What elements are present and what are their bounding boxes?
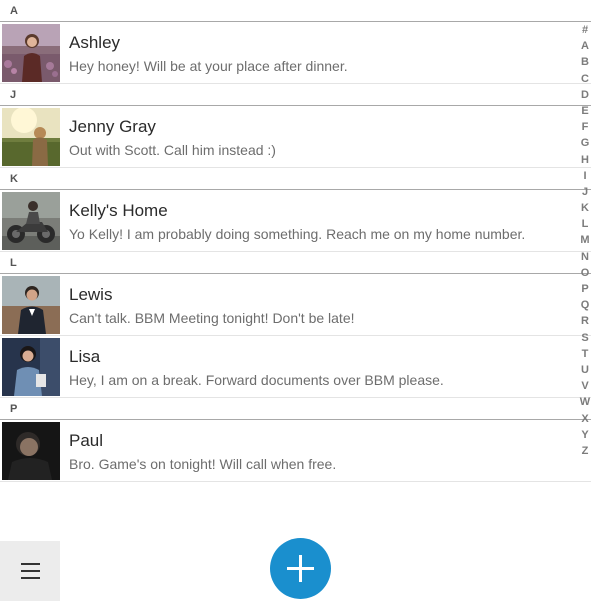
section-header-p: P [0,398,591,420]
index-letter-s[interactable]: S [577,330,593,346]
contact-message: Can't talk. BBM Meeting tonight! Don't b… [69,310,355,326]
index-letter-e[interactable]: E [577,103,593,119]
index-letter-p[interactable]: P [577,281,593,297]
section-header-l: L [0,252,591,274]
index-letter-c[interactable]: C [577,71,593,87]
alphabet-index: # A B C D E F G H I J K L M N O P Q R S … [577,22,593,459]
contact-item-jenny-gray[interactable]: Jenny Gray Out with Scott. Call him inst… [0,106,591,168]
contact-item-paul[interactable]: Paul Bro. Game's on tonight! Will call w… [0,420,591,482]
index-letter-u[interactable]: U [577,362,593,378]
index-letter-l[interactable]: L [577,216,593,232]
index-letter-a[interactable]: A [577,38,593,54]
contact-item-ashley[interactable]: Ashley Hey honey! Will be at your place … [0,22,591,84]
index-letter-v[interactable]: V [577,378,593,394]
contact-name: Lisa [69,347,101,366]
index-letter-m[interactable]: M [577,232,593,248]
index-letter-y[interactable]: Y [577,427,593,443]
index-letter-h[interactable]: H [577,152,593,168]
index-letter-g[interactable]: G [577,135,593,151]
menu-button[interactable] [0,541,60,601]
index-letter-i[interactable]: I [577,168,593,184]
add-contact-button[interactable] [270,538,331,599]
index-letter-b[interactable]: B [577,54,593,70]
index-letter-hash[interactable]: # [577,22,593,38]
index-letter-z[interactable]: Z [577,443,593,459]
contact-name: Jenny Gray [69,117,156,136]
contacts-screen: A Ashley Hey honey! Will be at your plac… [0,0,601,601]
contact-name: Lewis [69,285,113,304]
contact-avatar-jenny-gray [2,108,60,166]
contacts-list: A Ashley Hey honey! Will be at your plac… [0,0,591,482]
index-letter-j[interactable]: J [577,184,593,200]
contact-name: Kelly's Home [69,201,168,220]
contact-name: Ashley [69,33,121,52]
section-header-a: A [0,0,591,22]
index-letter-f[interactable]: F [577,119,593,135]
contact-avatar-kellys-home [2,192,60,250]
index-letter-k[interactable]: K [577,200,593,216]
index-letter-t[interactable]: T [577,346,593,362]
contact-avatar-ashley [2,24,60,82]
contact-message: Out with Scott. Call him instead :) [69,142,276,158]
section-header-j: J [0,84,591,106]
index-letter-w[interactable]: W [577,394,593,410]
contact-message: Hey, I am on a break. Forward documents … [69,372,444,388]
contact-avatar-paul [2,422,60,480]
contact-item-kellys-home[interactable]: Kelly's Home Yo Kelly! I am probably doi… [0,190,591,252]
contact-message: Hey honey! Will be at your place after d… [69,58,348,74]
contact-avatar-lewis [2,276,60,334]
contact-name: Paul [69,431,104,450]
index-letter-r[interactable]: R [577,313,593,329]
index-letter-o[interactable]: O [577,265,593,281]
contact-message: Yo Kelly! I am probably doing something.… [69,226,526,242]
contact-avatar-lisa [2,338,60,396]
index-letter-q[interactable]: Q [577,297,593,313]
index-letter-n[interactable]: N [577,249,593,265]
index-letter-d[interactable]: D [577,87,593,103]
contact-item-lisa[interactable]: Lisa Hey, I am on a break. Forward docum… [0,336,591,398]
index-letter-x[interactable]: X [577,411,593,427]
contact-message: Bro. Game's on tonight! Will call when f… [69,456,337,472]
contact-item-lewis[interactable]: Lewis Can't talk. BBM Meeting tonight! D… [0,274,591,336]
section-header-k: K [0,168,591,190]
